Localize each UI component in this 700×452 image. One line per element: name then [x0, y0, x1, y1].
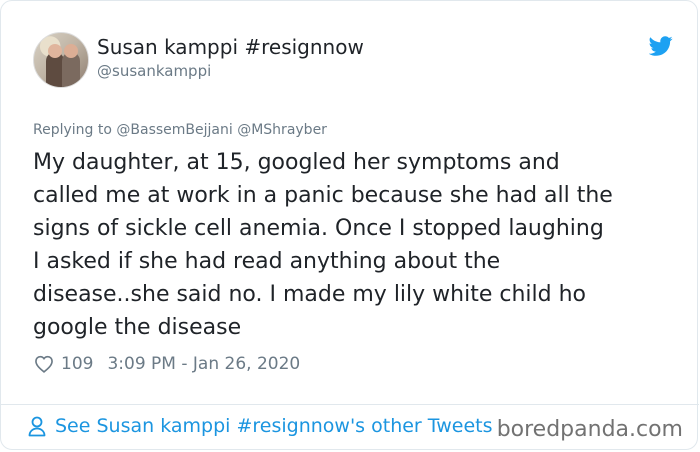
avatar-head-right	[64, 44, 78, 58]
twitter-bird-icon[interactable]	[649, 34, 673, 58]
avatar[interactable]	[33, 32, 89, 88]
boredpanda-watermark: boredpanda.com	[496, 417, 683, 442]
tweet-text-line: google the disease	[33, 315, 242, 340]
person-icon	[28, 416, 46, 437]
replying-to: Replying to @BassemBejjani @MShrayber	[33, 122, 327, 138]
see-other-tweets-label[interactable]: See Susan kamppi #resignnow's other Twee…	[55, 415, 493, 437]
tweet-header: Susan kamppi #resignnow @susankamppi	[33, 32, 673, 88]
tweet-text-line: I asked if she had read anything about t…	[33, 249, 501, 274]
tweet-text-line: called me at work in a panic because she…	[33, 183, 613, 208]
avatar-head-left	[48, 44, 62, 58]
footer-divider	[1, 404, 699, 405]
tweet-text-line: My daughter, at 15, googled her symptoms…	[33, 150, 560, 175]
heart-icon[interactable]	[33, 353, 55, 375]
tweet-text-line: disease..she said no. I made my lily whi…	[33, 282, 586, 307]
like-count[interactable]: 109	[61, 354, 93, 374]
tweet-card: Susan kamppi #resignnow @susankamppi Rep…	[0, 0, 699, 450]
mention-mshrayber[interactable]: @MShrayber	[237, 122, 327, 138]
tweet-text: My daughter, at 15, googled her symptoms…	[33, 146, 673, 344]
tweet-meta: 109 3:09 PM - Jan 26, 2020	[33, 352, 300, 376]
tweet-text-line: signs of sickle cell anemia. Once I stop…	[33, 216, 604, 241]
author-name[interactable]: Susan kamppi #resignnow	[97, 35, 364, 59]
replying-prefix: Replying to	[33, 122, 112, 138]
mention-bassembejjani[interactable]: @BassemBejjani	[116, 122, 232, 138]
author-handle[interactable]: @susankamppi	[97, 62, 211, 80]
tweet-timestamp[interactable]: 3:09 PM - Jan 26, 2020	[107, 354, 300, 374]
see-other-tweets-link[interactable]: See Susan kamppi #resignnow's other Twee…	[27, 415, 493, 437]
